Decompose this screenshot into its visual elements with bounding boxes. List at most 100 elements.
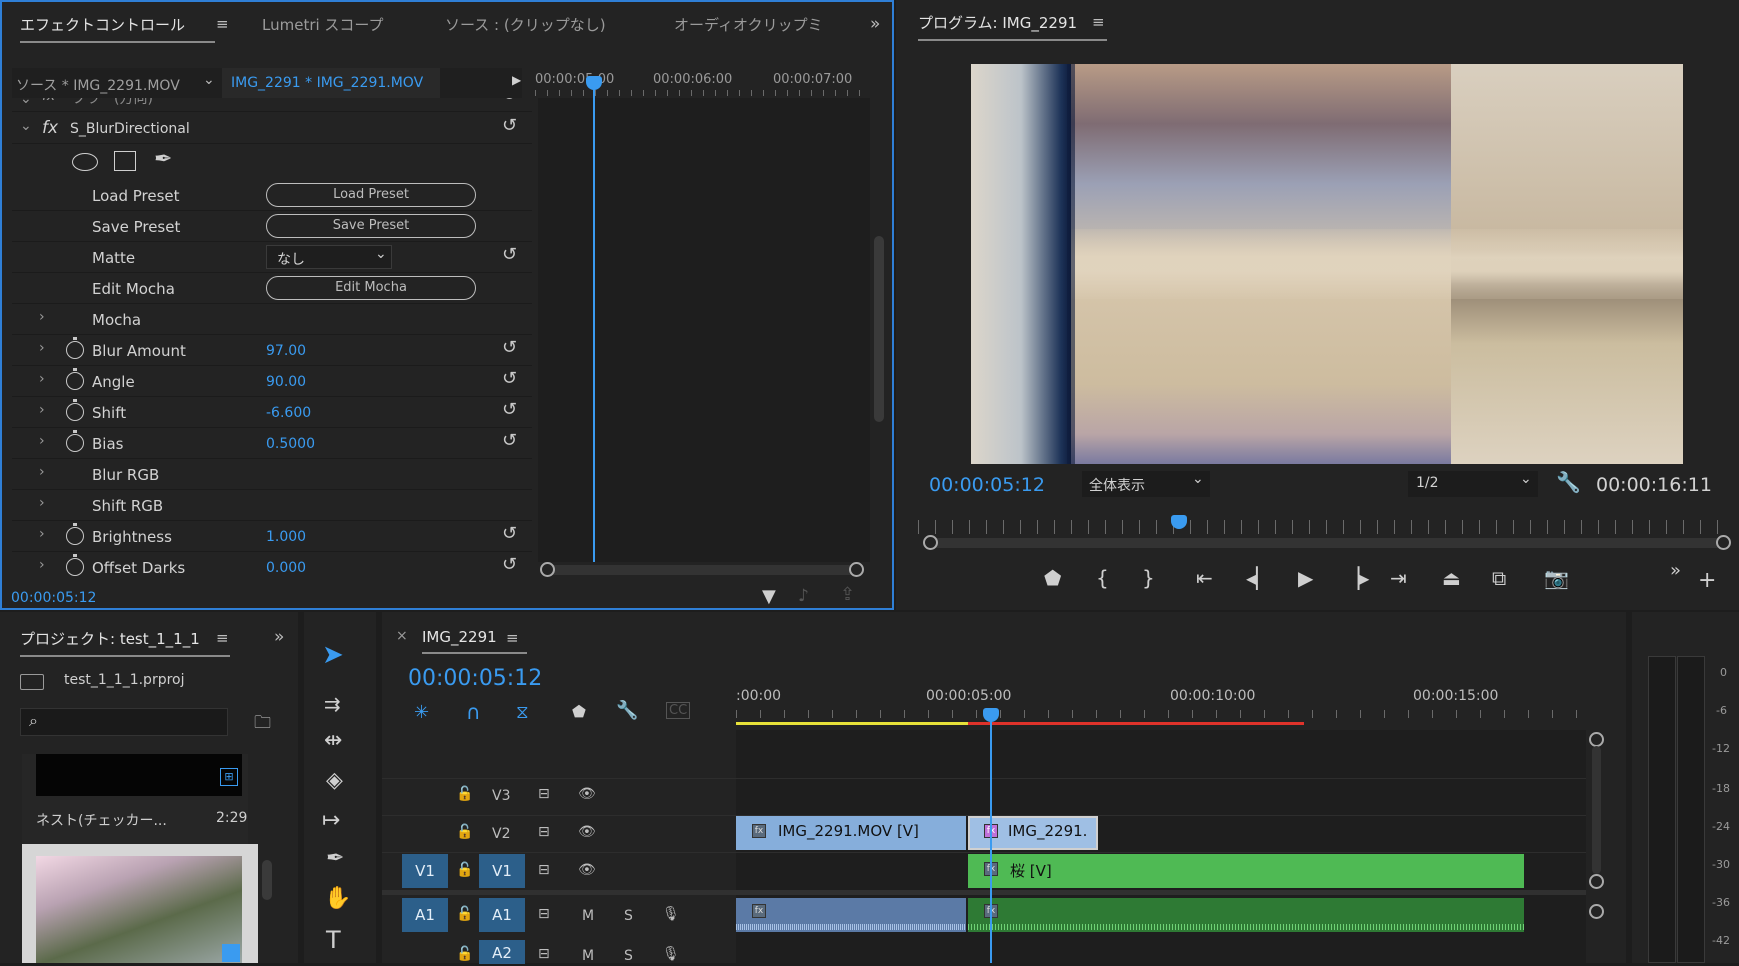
zoom-handle-right[interactable] bbox=[849, 562, 864, 577]
go-to-out-icon[interactable]: ⇥ bbox=[1390, 566, 1407, 590]
go-to-in-icon[interactable]: ⇤ bbox=[1196, 566, 1213, 590]
more-panels-icon[interactable]: » bbox=[870, 14, 880, 34]
reset-icon[interactable]: ↺ bbox=[502, 98, 517, 105]
video-scroll-handle-top[interactable] bbox=[1589, 732, 1604, 747]
step-back-icon[interactable]: ◂▏ bbox=[1246, 566, 1271, 590]
lock-icon[interactable]: 🔓 bbox=[456, 786, 473, 802]
param-value[interactable]: 0.5000 bbox=[266, 436, 315, 452]
stopwatch-icon[interactable] bbox=[66, 399, 84, 421]
timeline-settings-icon[interactable]: 🔧 bbox=[616, 700, 638, 721]
nest-toggle-icon[interactable]: ✳ bbox=[414, 702, 429, 723]
source-patch-a1[interactable]: A1 bbox=[402, 898, 448, 932]
mute-button[interactable]: M bbox=[582, 908, 594, 924]
play-effect-audio-icon[interactable]: ▶ bbox=[512, 73, 521, 87]
pen-mask-icon[interactable]: ✒ bbox=[154, 147, 172, 172]
reset-icon[interactable]: ↺ bbox=[502, 399, 517, 420]
hand-tool-icon[interactable]: ✋ bbox=[324, 886, 351, 911]
stopwatch-icon[interactable] bbox=[66, 554, 84, 576]
stopwatch-icon[interactable] bbox=[66, 430, 84, 452]
add-marker-icon[interactable]: ⬟ bbox=[1044, 566, 1061, 590]
close-tab-icon[interactable]: × bbox=[396, 628, 408, 644]
ellipse-mask-icon[interactable] bbox=[72, 153, 98, 171]
reset-icon[interactable]: ↺ bbox=[502, 554, 517, 575]
ec-zoom-scrollbar[interactable] bbox=[540, 562, 864, 577]
source-patch-v1[interactable]: V1 bbox=[402, 854, 448, 888]
button-editor-icon[interactable]: + bbox=[1698, 568, 1716, 593]
source-dropdown-icon[interactable]: ⌄ bbox=[203, 72, 215, 88]
sync-lock-icon[interactable]: ⊟ bbox=[538, 786, 550, 802]
param-value[interactable]: 90.00 bbox=[266, 374, 306, 390]
lock-icon[interactable]: 🔓 bbox=[456, 906, 473, 922]
zoom-dropdown[interactable]: 全体表示 ⌄ bbox=[1082, 471, 1210, 497]
param-value[interactable]: 1.000 bbox=[266, 529, 306, 545]
timeline-playhead[interactable] bbox=[990, 710, 992, 963]
audio-scroll-handle-top[interactable] bbox=[1589, 904, 1604, 919]
filter-icon[interactable]: ▼ bbox=[762, 586, 776, 607]
eye-icon[interactable]: 👁 bbox=[578, 786, 596, 802]
snap-icon[interactable]: ∩ bbox=[466, 700, 481, 724]
slip-tool-icon[interactable]: ↦ bbox=[322, 808, 340, 833]
step-forward-icon[interactable]: ▕▸ bbox=[1344, 566, 1369, 590]
track-select-tool-icon[interactable]: ⇉ bbox=[324, 692, 341, 716]
tab-lumetri[interactable]: Lumetri スコープ bbox=[262, 14, 384, 35]
reset-icon[interactable]: ↺ bbox=[502, 523, 517, 544]
play-icon[interactable]: ▶ bbox=[1298, 566, 1313, 590]
video-scroll-track[interactable] bbox=[1592, 746, 1601, 874]
ec-timecode[interactable]: 00:00:05:12 bbox=[11, 590, 96, 606]
scroll-handle-left[interactable] bbox=[923, 535, 938, 550]
program-title[interactable]: プログラム: IMG_2291 bbox=[918, 12, 1108, 41]
chevron-right-icon[interactable]: › bbox=[39, 371, 45, 387]
stopwatch-icon[interactable] bbox=[66, 368, 84, 390]
lift-icon[interactable]: ⏏ bbox=[1442, 566, 1461, 590]
param-value[interactable]: -6.600 bbox=[266, 405, 311, 421]
matte-dropdown[interactable]: なし ⌄ bbox=[266, 245, 392, 269]
new-search-bin-icon[interactable]: 🗀 bbox=[254, 710, 271, 739]
eye-icon[interactable]: 👁 bbox=[578, 824, 596, 840]
panel-menu-icon[interactable]: ≡ bbox=[216, 15, 229, 33]
captions-icon[interactable]: CC bbox=[666, 702, 691, 719]
timeline-ruler[interactable]: :00:00 00:00:05:00 00:00:10:00 00:00:15:… bbox=[736, 680, 1616, 724]
scroll-handle-right[interactable] bbox=[1716, 535, 1731, 550]
clip-v2-img2291[interactable]: fx IMG_2291.MOV [V] bbox=[736, 816, 966, 850]
resolution-dropdown[interactable]: 1/2 ⌄ bbox=[1408, 471, 1538, 497]
program-scroll-track[interactable] bbox=[930, 538, 1722, 548]
project-item-thumb-sakura[interactable] bbox=[22, 844, 258, 963]
timeline-title[interactable]: IMG_2291 bbox=[422, 628, 527, 654]
more-panels-icon[interactable]: » bbox=[274, 627, 284, 647]
panel-menu-icon[interactable]: ≡ bbox=[1092, 13, 1105, 31]
solo-button[interactable]: S bbox=[624, 948, 633, 964]
ec-playhead[interactable] bbox=[593, 78, 595, 562]
more-buttons-icon[interactable]: » bbox=[1670, 560, 1681, 581]
panel-menu-icon[interactable]: ≡ bbox=[506, 629, 519, 647]
save-preset-button[interactable]: Save Preset bbox=[266, 214, 476, 238]
zoom-handle-left[interactable] bbox=[540, 562, 555, 577]
lock-icon[interactable]: 🔓 bbox=[456, 862, 473, 878]
sync-lock-icon[interactable]: ⊟ bbox=[538, 862, 550, 878]
reset-icon[interactable]: ↺ bbox=[502, 244, 517, 265]
clip-v2-img2291-b[interactable]: fx IMG_2291. bbox=[968, 816, 1098, 850]
linked-selection-icon[interactable]: ⧖ bbox=[516, 702, 529, 723]
chevron-right-icon[interactable]: › bbox=[39, 402, 45, 418]
program-timecode[interactable]: 00:00:05:12 bbox=[929, 474, 1045, 496]
program-video-frame[interactable] bbox=[971, 64, 1683, 464]
chevron-down-icon[interactable]: ⌄ bbox=[20, 118, 32, 134]
mute-button[interactable]: M bbox=[582, 948, 594, 964]
sync-lock-icon[interactable]: ⊟ bbox=[538, 906, 550, 922]
mark-out-icon[interactable]: } bbox=[1142, 566, 1155, 590]
wrench-icon[interactable]: 🔧 bbox=[1556, 470, 1581, 494]
tab-effect-controls[interactable]: エフェクトコントロール bbox=[20, 14, 216, 43]
ec-vertical-scrollbar[interactable] bbox=[874, 236, 884, 422]
chevron-right-icon[interactable]: › bbox=[39, 309, 45, 325]
track-target-a1[interactable]: A1 bbox=[479, 898, 525, 932]
selection-tool-icon[interactable]: ➤ bbox=[322, 640, 344, 670]
program-ruler[interactable] bbox=[918, 520, 1726, 534]
eye-icon[interactable]: 👁 bbox=[578, 862, 596, 878]
mark-in-icon[interactable]: { bbox=[1096, 566, 1109, 590]
tab-audio-mixer[interactable]: オーディオクリップミ bbox=[674, 14, 823, 35]
audio-loop-icon[interactable]: ♪ bbox=[798, 586, 809, 606]
export-icon[interactable]: ⇪ bbox=[840, 584, 855, 605]
clip-v1-sakura[interactable]: fx 桜 [V] bbox=[968, 854, 1524, 888]
razor-tool-icon[interactable]: ◈ bbox=[326, 768, 343, 793]
clip-a1-img2291[interactable]: fx bbox=[736, 898, 966, 932]
add-marker-icon[interactable]: ⬟ bbox=[572, 702, 586, 721]
